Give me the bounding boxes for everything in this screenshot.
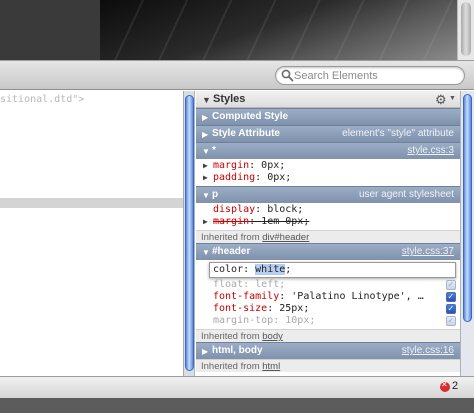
rule-star-header[interactable]: ▼ * style.css:3 xyxy=(196,142,460,159)
property-value[interactable]: 25px; xyxy=(279,303,309,314)
rule-source-link[interactable]: style.css:3 xyxy=(407,145,454,156)
property-value[interactable]: 0px; xyxy=(267,172,291,183)
property-value[interactable]: left; xyxy=(255,279,285,290)
property-toggle-checkbox[interactable] xyxy=(446,303,456,315)
inherited-link[interactable]: body xyxy=(262,331,283,342)
property-name[interactable]: padding xyxy=(213,172,255,183)
section-source: element's "style" attribute xyxy=(342,128,454,139)
property-name[interactable]: display xyxy=(213,204,255,215)
rule-star-properties: ▶ margin: 0px; ▶ padding: 0px; xyxy=(196,159,460,186)
rule-selector: html, body xyxy=(212,345,263,356)
rule-p-properties: display: block; ▶ margin: 1em 0px; xyxy=(196,203,460,230)
inherited-link[interactable]: div#header xyxy=(262,232,309,243)
preview-margin xyxy=(0,0,100,60)
gear-icon[interactable]: ⚙ xyxy=(435,92,447,108)
css-property[interactable]: ▶ padding: 0px; xyxy=(196,172,460,184)
styles-title: Styles xyxy=(213,93,246,105)
editing-property-value[interactable]: white xyxy=(255,264,286,275)
search-icon xyxy=(281,69,294,82)
page-preview xyxy=(0,0,474,60)
rule-selector: #header xyxy=(212,246,251,257)
css-property[interactable]: display: block; xyxy=(196,204,460,216)
rule-source-link[interactable]: style.css:16 xyxy=(402,345,454,356)
preview-scroll-thumb[interactable] xyxy=(461,2,471,56)
disclosure-down-icon[interactable]: ▼ xyxy=(202,191,210,200)
property-value[interactable]: 1em 0px; xyxy=(261,216,309,227)
expand-right-icon[interactable]: ▶ xyxy=(203,216,208,228)
error-count[interactable]: 2 xyxy=(452,380,458,392)
property-toggle-checkbox[interactable] xyxy=(446,291,456,303)
computed-style-section[interactable]: ▶ Computed Style xyxy=(196,108,460,125)
splitter-scroll-thumb[interactable] xyxy=(185,95,194,371)
rule-source-link[interactable]: style.css:37 xyxy=(402,246,454,257)
rule-html-body-header[interactable]: ▶ html, body style.css:16 xyxy=(196,342,460,359)
style-attribute-section[interactable]: ▶ Style Attribute element's "style" attr… xyxy=(196,125,460,142)
property-name[interactable]: font-size xyxy=(213,303,267,314)
property-value[interactable]: 10px; xyxy=(285,315,315,326)
rule-p-header[interactable]: ▼ p user agent stylesheet xyxy=(196,186,460,203)
pane-splitter[interactable] xyxy=(183,91,195,376)
inherited-from-header: Inherited from div#header xyxy=(196,230,460,243)
css-property[interactable]: ▶ margin: 0px; xyxy=(196,160,460,172)
editing-property-name[interactable]: color xyxy=(213,264,243,275)
property-toggle-checkbox[interactable] xyxy=(446,315,456,327)
inherited-link[interactable]: html xyxy=(262,361,280,372)
property-name[interactable]: margin xyxy=(213,160,249,171)
property-name[interactable]: margin-top xyxy=(213,315,273,326)
property-name[interactable]: font-family xyxy=(213,291,279,302)
section-title: Style Attribute xyxy=(212,128,280,139)
chevron-down-icon[interactable]: ▼ xyxy=(449,95,456,102)
property-name[interactable]: float xyxy=(213,279,243,290)
expand-right-icon[interactable]: ▶ xyxy=(203,160,208,172)
expand-right-icon[interactable]: ▶ xyxy=(203,172,208,184)
disclosure-down-icon[interactable]: ▼ xyxy=(202,95,211,105)
preview-scrollbar[interactable] xyxy=(457,0,474,60)
property-value[interactable]: block; xyxy=(267,204,303,215)
styles-scrollbar[interactable] xyxy=(460,91,474,376)
search-input[interactable] xyxy=(294,68,459,83)
property-toggle-checkbox[interactable] xyxy=(446,279,456,291)
css-property[interactable]: font-size: 25px; xyxy=(196,303,460,315)
css-property-overridden[interactable]: ▶ margin: 1em 0px; xyxy=(196,216,460,228)
error-icon[interactable] xyxy=(440,380,450,392)
disclosure-right-icon[interactable]: ▶ xyxy=(202,130,208,139)
property-name[interactable]: margin xyxy=(213,216,249,227)
property-value[interactable]: 0px; xyxy=(261,160,285,171)
styles-sidebar: ▼ Styles ⚙ ▼ ▶ Computed Style ▶ Style At… xyxy=(196,91,460,376)
disclosure-down-icon[interactable]: ▼ xyxy=(202,147,210,156)
section-title: Computed Style xyxy=(212,111,289,122)
inherited-from-body: Inherited from body xyxy=(196,329,460,342)
inherited-label: Inherited from xyxy=(201,331,263,342)
rule-selector: p xyxy=(212,189,219,200)
preview-photo xyxy=(100,0,457,60)
disclosure-down-icon[interactable]: ▼ xyxy=(202,248,210,257)
disclosure-right-icon[interactable]: ▶ xyxy=(202,347,208,356)
window-bottom-edge xyxy=(0,398,474,413)
dom-tree-line[interactable]: sitional.dtd"> xyxy=(0,94,84,105)
property-editor[interactable]: color: white; xyxy=(209,262,456,278)
rule-header-properties: color: white; float: left; font-family: … xyxy=(196,260,460,329)
css-property-disabled[interactable]: margin-top: 10px; xyxy=(196,315,460,327)
inherited-label: Inherited from xyxy=(201,232,263,243)
inspector-toolbar xyxy=(0,60,474,90)
styles-pane-header[interactable]: ▼ Styles ⚙ ▼ xyxy=(196,91,460,108)
property-value[interactable]: 'Palatino Linotype', … xyxy=(291,291,423,302)
styles-scroll-thumb[interactable] xyxy=(463,94,472,322)
rule-header-header[interactable]: ▼ #header style.css:37 xyxy=(196,243,460,260)
dom-tree-pane: sitional.dtd"> xyxy=(0,91,183,376)
rule-selector: * xyxy=(212,145,216,156)
inherited-from-html: Inherited from html xyxy=(196,359,460,372)
dom-tree-selected-row[interactable] xyxy=(0,198,183,208)
inherited-label: Inherited from xyxy=(201,361,263,372)
status-bar: 2 xyxy=(0,376,474,398)
css-property[interactable]: font-family: 'Palatino Linotype', … xyxy=(196,291,460,303)
css-property-disabled[interactable]: float: left; xyxy=(196,279,460,291)
search-field[interactable] xyxy=(275,66,465,85)
editing-suffix: ; xyxy=(285,264,292,275)
rule-source: user agent stylesheet xyxy=(358,189,454,200)
disclosure-right-icon[interactable]: ▶ xyxy=(202,113,208,122)
